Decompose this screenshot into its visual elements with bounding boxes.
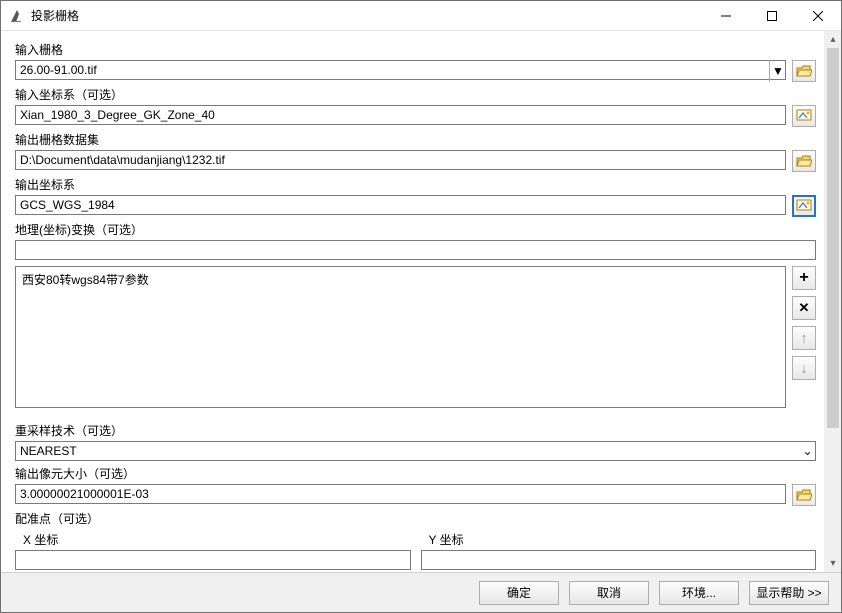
window-title: 投影栅格 [31,7,703,24]
cellsize-field[interactable] [15,484,786,504]
geo-trans-listbox[interactable]: 西安80转wgs84带7参数 [15,266,786,408]
remove-button[interactable]: ✕ [792,296,816,320]
geo-trans-list-buttons: + ✕ ↑ ↓ [792,266,816,408]
arrow-up-icon: ↑ [800,330,808,347]
regpoint-y-field[interactable] [421,550,817,570]
output-cs-browse-button[interactable] [792,195,816,217]
coordinate-system-icon [796,109,812,123]
label-input-cs: 输入坐标系（可选） [15,84,816,105]
folder-open-icon [796,154,812,168]
dialog-window: 投影栅格 输入栅格 ▼ 输入坐标系（ [0,0,842,613]
label-geo-trans: 地理(坐标)变换（可选） [15,219,816,240]
ok-button[interactable]: 确定 [479,581,559,605]
label-resample: 重采样技术（可选） [15,420,816,441]
browse-cellsize-button[interactable] [792,484,816,506]
vertical-scrollbar[interactable]: ▴ ▾ [824,31,841,572]
button-bar: 确定 取消 环境... 显示帮助 >> [1,572,841,612]
app-icon [9,8,25,24]
label-output-ds: 输出栅格数据集 [15,129,816,150]
label-input-raster: 输入栅格 [15,39,816,60]
scroll-track[interactable] [825,48,841,555]
scroll-down-icon[interactable]: ▾ [825,555,841,572]
output-ds-field[interactable] [15,150,786,170]
plus-icon: + [799,269,808,287]
arrow-down-icon: ↓ [800,360,808,377]
coordinate-system-icon [796,199,812,213]
input-cs-browse-button[interactable] [792,105,816,127]
label-x-coord: X 坐标 [15,529,411,550]
label-y-coord: Y 坐标 [421,529,817,550]
cross-icon: ✕ [799,300,810,316]
maximize-button[interactable] [749,1,795,30]
scroll-up-icon[interactable]: ▴ [825,31,841,48]
resample-select[interactable] [15,441,816,461]
environments-button[interactable]: 环境... [659,581,739,605]
show-help-button[interactable]: 显示帮助 >> [749,581,829,605]
add-button[interactable]: + [792,266,816,290]
title-bar: 投影栅格 [1,1,841,31]
input-raster-field[interactable] [15,60,786,80]
list-item[interactable]: 西安80转wgs84带7参数 [22,271,779,288]
body: 输入栅格 ▼ 输入坐标系（可选） [1,31,841,572]
window-buttons [703,1,841,30]
minimize-button[interactable] [703,1,749,30]
output-cs-field[interactable] [15,195,786,215]
scroll-thumb[interactable] [827,48,839,428]
cancel-button[interactable]: 取消 [569,581,649,605]
label-regpoint: 配准点（可选） [15,508,816,529]
folder-open-icon [796,488,812,502]
label-cellsize: 输出像元大小（可选） [15,463,816,484]
close-button[interactable] [795,1,841,30]
folder-open-icon [796,64,812,78]
form-content: 输入栅格 ▼ 输入坐标系（可选） [1,31,824,572]
input-cs-field[interactable] [15,105,786,125]
geo-trans-field[interactable] [15,240,816,260]
move-down-button[interactable]: ↓ [792,356,816,380]
browse-output-ds-button[interactable] [792,150,816,172]
label-output-cs: 输出坐标系 [15,174,816,195]
browse-input-raster-button[interactable] [792,60,816,82]
move-up-button[interactable]: ↑ [792,326,816,350]
regpoint-x-field[interactable] [15,550,411,570]
